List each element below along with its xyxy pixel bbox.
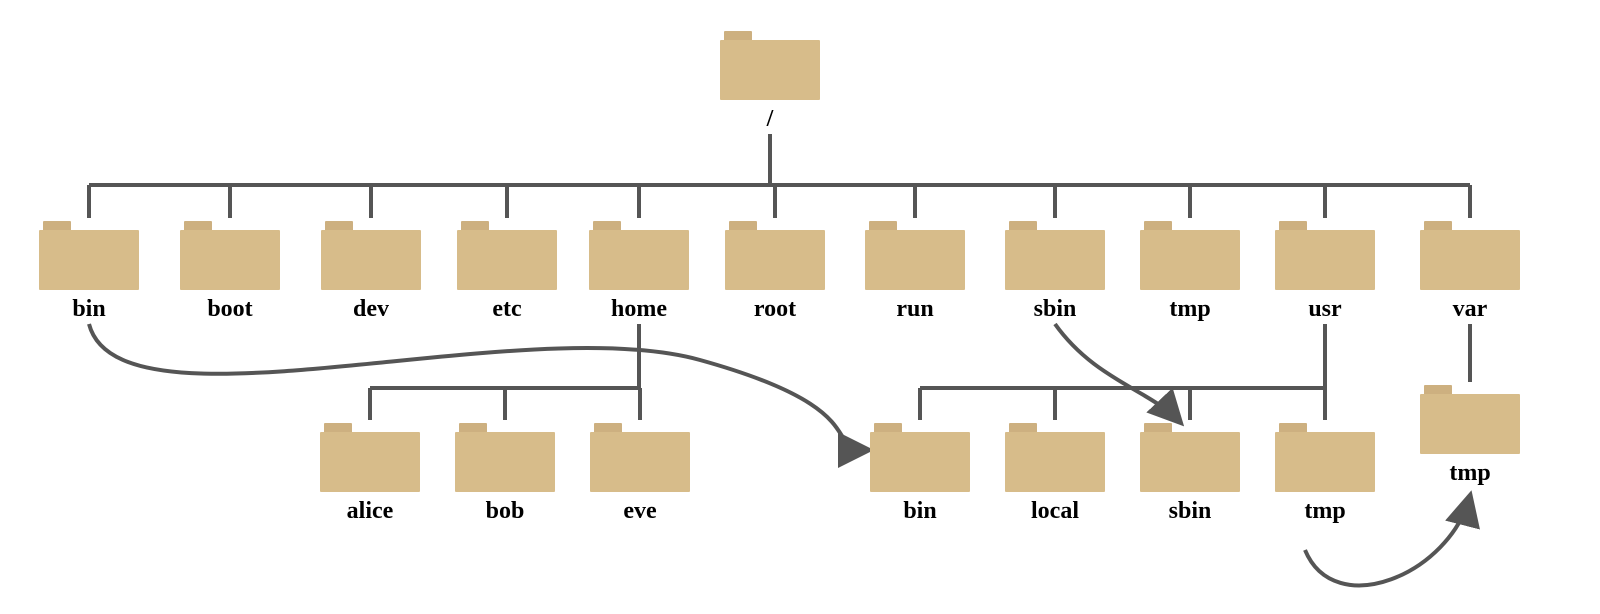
folder-node-dev: dev (321, 218, 421, 323)
folder-node-usbin: sbin (1140, 420, 1240, 525)
folder-label: alice (320, 498, 420, 525)
folder-icon (455, 420, 555, 492)
folder-label: bin (870, 498, 970, 525)
folder-icon (1005, 420, 1105, 492)
folder-label: local (1005, 498, 1105, 525)
folder-icon (720, 28, 820, 100)
folder-icon (1275, 218, 1375, 290)
folder-icon (1140, 420, 1240, 492)
folder-icon (1275, 420, 1375, 492)
folder-label: sbin (1005, 296, 1105, 323)
folder-icon (725, 218, 825, 290)
folder-label: tmp (1420, 460, 1520, 487)
folder-label: bin (39, 296, 139, 323)
folder-node-vtmp: tmp (1420, 382, 1520, 487)
folder-label: home (589, 296, 689, 323)
folder-label: etc (457, 296, 557, 323)
folder-node-alice: alice (320, 420, 420, 525)
folder-node-bob: bob (455, 420, 555, 525)
filesystem-tree-diagram: / bin boot dev etc home root (0, 0, 1600, 614)
folder-label: var (1420, 296, 1520, 323)
folder-icon (457, 218, 557, 290)
folder-node-var: var (1420, 218, 1520, 323)
folder-label: usr (1275, 296, 1375, 323)
folder-icon (590, 420, 690, 492)
folder-node-eve: eve (590, 420, 690, 525)
folder-label: root (725, 296, 825, 323)
folder-label: sbin (1140, 498, 1240, 525)
folder-node-usr: usr (1275, 218, 1375, 323)
folder-node-root: / (720, 28, 820, 133)
folder-node-boot: boot (180, 218, 280, 323)
folder-node-utmp: tmp (1275, 420, 1375, 525)
folder-label: dev (321, 296, 421, 323)
folder-label: / (720, 106, 820, 133)
folder-node-sbin: sbin (1005, 218, 1105, 323)
folder-icon (1420, 218, 1520, 290)
folder-node-ulocal: local (1005, 420, 1105, 525)
folder-node-root2: root (725, 218, 825, 323)
folder-label: bob (455, 498, 555, 525)
folder-node-tmp: tmp (1140, 218, 1240, 323)
folder-node-ubin: bin (870, 420, 970, 525)
folder-icon (321, 218, 421, 290)
folder-node-bin: bin (39, 218, 139, 323)
folder-node-etc: etc (457, 218, 557, 323)
folder-label: run (865, 296, 965, 323)
folder-label: eve (590, 498, 690, 525)
folder-label: tmp (1140, 296, 1240, 323)
folder-icon (39, 218, 139, 290)
folder-icon (180, 218, 280, 290)
folder-icon (865, 218, 965, 290)
folder-icon (1140, 218, 1240, 290)
folder-label: boot (180, 296, 280, 323)
folder-icon (870, 420, 970, 492)
folder-icon (1005, 218, 1105, 290)
folder-icon (320, 420, 420, 492)
folder-node-home: home (589, 218, 689, 323)
folder-icon (1420, 382, 1520, 454)
folder-node-run: run (865, 218, 965, 323)
folder-label: tmp (1275, 498, 1375, 525)
folder-icon (589, 218, 689, 290)
